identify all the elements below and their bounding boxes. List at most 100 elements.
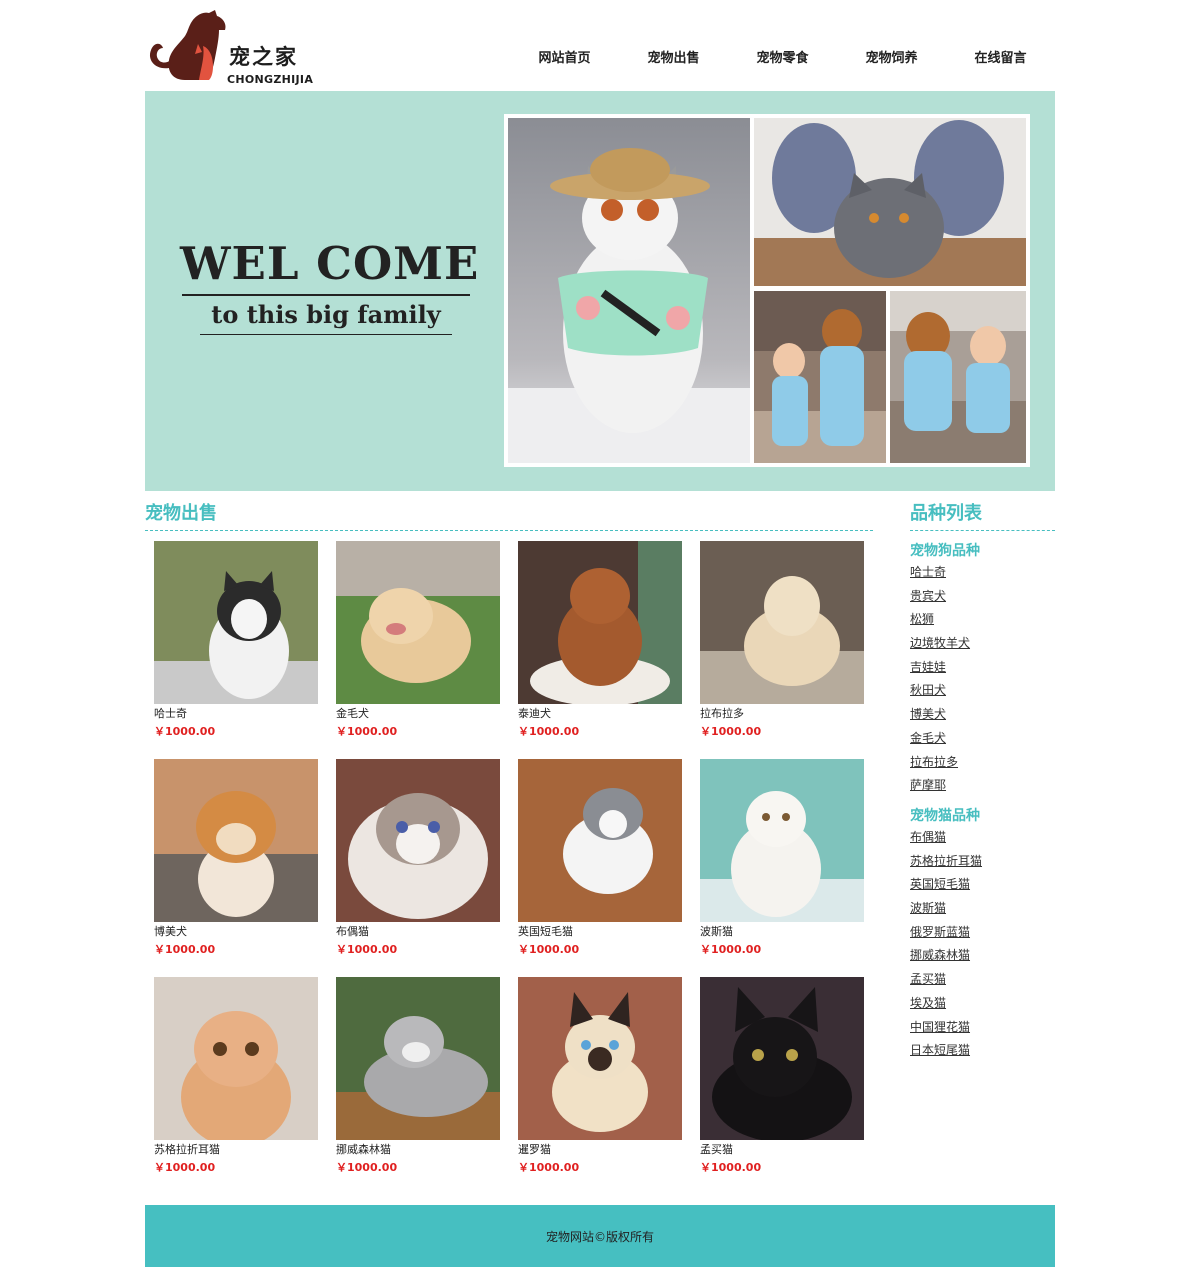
pet-photo-ragdoll[interactable] bbox=[336, 759, 500, 922]
pet-card[interactable]: 苏格拉折耳猫 ￥1000.00 bbox=[154, 977, 318, 1175]
pet-photo-husky[interactable] bbox=[154, 541, 318, 704]
pet-photo-teddy[interactable] bbox=[518, 541, 682, 704]
pet-photo-golden[interactable] bbox=[336, 541, 500, 704]
pet-photo-bombay[interactable] bbox=[700, 977, 864, 1140]
welcome-underline bbox=[182, 294, 470, 296]
pet-name: 波斯猫 bbox=[700, 925, 733, 938]
welcome-text-block: WEL COME to this big family bbox=[180, 236, 480, 335]
cat-breeds-title: 宠物猫品种 bbox=[910, 808, 980, 824]
pet-card[interactable]: 波斯猫 ￥1000.00 bbox=[700, 759, 864, 957]
breed-list-title: 品种列表 bbox=[910, 503, 982, 524]
pet-price: ￥1000.00 bbox=[336, 725, 398, 738]
breed-link[interactable]: 孟买猫 bbox=[910, 972, 982, 996]
pet-card[interactable]: 孟买猫 ￥1000.00 bbox=[700, 977, 864, 1175]
pet-card[interactable]: 布偶猫 ￥1000.00 bbox=[336, 759, 500, 957]
cat-with-gloves-photo bbox=[754, 118, 1026, 286]
pet-price: ￥1000.00 bbox=[700, 943, 762, 956]
nav-pet-care[interactable]: 宠物饲养 bbox=[837, 50, 946, 68]
pet-card[interactable]: 挪威森林猫 ￥1000.00 bbox=[336, 977, 500, 1175]
hero-banner: WEL COME to this big family bbox=[145, 91, 1055, 491]
pet-card[interactable]: 暹罗猫 ￥1000.00 bbox=[518, 977, 682, 1175]
breed-link[interactable]: 博美犬 bbox=[910, 707, 970, 731]
pet-photo-pomeranian[interactable] bbox=[154, 759, 318, 922]
pet-price: ￥1000.00 bbox=[518, 725, 580, 738]
pet-name: 苏格拉折耳猫 bbox=[154, 1143, 220, 1156]
pet-photo-scottish-fold[interactable] bbox=[154, 977, 318, 1140]
pet-card[interactable]: 拉布拉多 ￥1000.00 bbox=[700, 541, 864, 739]
welcome-subtitle-underline bbox=[200, 334, 452, 335]
breed-link[interactable]: 秋田犬 bbox=[910, 683, 970, 707]
pet-photo-norwegian-forest[interactable] bbox=[336, 977, 500, 1140]
breed-link[interactable]: 金毛犬 bbox=[910, 731, 970, 755]
banner-photo-collage bbox=[504, 114, 1030, 467]
pet-name: 英国短毛猫 bbox=[518, 925, 573, 938]
pet-name: 金毛犬 bbox=[336, 707, 369, 720]
breed-link[interactable]: 松狮 bbox=[910, 612, 970, 636]
dog-breeds-list: 哈士奇 贵宾犬 松狮 边境牧羊犬 吉娃娃 秋田犬 博美犬 金毛犬 拉布拉多 萨摩… bbox=[910, 565, 970, 802]
breed-link[interactable]: 埃及猫 bbox=[910, 996, 982, 1020]
pet-silhouette-logo-icon bbox=[149, 10, 226, 80]
nav-home[interactable]: 网站首页 bbox=[510, 50, 619, 68]
breed-link[interactable]: 布偶猫 bbox=[910, 830, 982, 854]
pet-price: ￥1000.00 bbox=[518, 943, 580, 956]
breed-link[interactable]: 波斯猫 bbox=[910, 901, 982, 925]
pet-name: 布偶猫 bbox=[336, 925, 369, 938]
cat-with-hat-photo bbox=[508, 118, 750, 463]
pet-price: ￥1000.00 bbox=[154, 725, 216, 738]
pet-price: ￥1000.00 bbox=[700, 725, 762, 738]
pet-card[interactable]: 金毛犬 ￥1000.00 bbox=[336, 541, 500, 739]
breed-link[interactable]: 哈士奇 bbox=[910, 565, 970, 589]
pet-price: ￥1000.00 bbox=[154, 943, 216, 956]
pet-name: 孟买猫 bbox=[700, 1143, 733, 1156]
breed-link[interactable]: 萨摩耶 bbox=[910, 778, 970, 802]
breed-link[interactable]: 苏格拉折耳猫 bbox=[910, 854, 982, 878]
pet-price: ￥1000.00 bbox=[518, 1161, 580, 1174]
site-footer: 宠物网站©版权所有 bbox=[145, 1205, 1055, 1267]
breed-link[interactable]: 拉布拉多 bbox=[910, 755, 970, 779]
pet-price: ￥1000.00 bbox=[700, 1161, 762, 1174]
copyright-text: 宠物网站©版权所有 bbox=[545, 1230, 654, 1244]
pet-price: ￥1000.00 bbox=[336, 943, 398, 956]
breed-link[interactable]: 贵宾犬 bbox=[910, 589, 970, 613]
pet-price: ￥1000.00 bbox=[154, 1161, 216, 1174]
welcome-title: WEL COME bbox=[180, 237, 480, 290]
breed-link[interactable]: 边境牧羊犬 bbox=[910, 636, 970, 660]
logo-chinese-text: 宠之家 bbox=[229, 44, 298, 69]
site-header: 宠之家 CHONGZHIJIA 网站首页 宠物出售 宠物零食 宠物饲养 在线留言 bbox=[145, 0, 1055, 91]
pet-name: 挪威森林猫 bbox=[336, 1143, 391, 1156]
dog-breeds-title: 宠物狗品种 bbox=[910, 543, 980, 559]
breed-link[interactable]: 日本短尾猫 bbox=[910, 1043, 982, 1067]
site-logo[interactable]: 宠之家 CHONGZHIJIA bbox=[145, 8, 325, 86]
breed-link[interactable]: 吉娃娃 bbox=[910, 660, 970, 684]
breed-link[interactable]: 挪威森林猫 bbox=[910, 948, 982, 972]
breed-link[interactable]: 俄罗斯蓝猫 bbox=[910, 925, 982, 949]
cat-breeds-list: 布偶猫 苏格拉折耳猫 英国短毛猫 波斯猫 俄罗斯蓝猫 挪威森林猫 孟买猫 埃及猫… bbox=[910, 830, 982, 1067]
pet-card[interactable]: 哈士奇 ￥1000.00 bbox=[154, 541, 318, 739]
pet-name: 暹罗猫 bbox=[518, 1143, 551, 1156]
nav-guestbook[interactable]: 在线留言 bbox=[946, 50, 1055, 68]
main-nav: 网站首页 宠物出售 宠物零食 宠物饲养 在线留言 bbox=[510, 50, 1055, 68]
pet-name: 博美犬 bbox=[154, 925, 187, 938]
pet-name: 泰迪犬 bbox=[518, 707, 551, 720]
kid-and-dog-photo-2 bbox=[890, 291, 1026, 463]
pet-photo-persian[interactable] bbox=[700, 759, 864, 922]
pet-card[interactable]: 博美犬 ￥1000.00 bbox=[154, 759, 318, 957]
nav-pet-sale[interactable]: 宠物出售 bbox=[619, 50, 728, 68]
pet-photo-british-shorthair[interactable] bbox=[518, 759, 682, 922]
pet-photo-siamese[interactable] bbox=[518, 977, 682, 1140]
breed-list-divider bbox=[910, 530, 1055, 531]
logo-english-text: CHONGZHIJIA bbox=[227, 73, 314, 86]
pet-price: ￥1000.00 bbox=[336, 1161, 398, 1174]
nav-pet-snacks[interactable]: 宠物零食 bbox=[728, 50, 837, 68]
pet-name: 拉布拉多 bbox=[700, 707, 744, 720]
pet-photo-labrador[interactable] bbox=[700, 541, 864, 704]
pet-sale-divider bbox=[145, 530, 873, 531]
breed-link[interactable]: 中国狸花猫 bbox=[910, 1020, 982, 1044]
kid-and-dog-photo-1 bbox=[754, 291, 886, 463]
pet-name: 哈士奇 bbox=[154, 707, 187, 720]
welcome-subtitle: to this big family bbox=[211, 300, 441, 329]
breed-link[interactable]: 英国短毛猫 bbox=[910, 877, 982, 901]
pet-card[interactable]: 泰迪犬 ￥1000.00 bbox=[518, 541, 682, 739]
pet-card[interactable]: 英国短毛猫 ￥1000.00 bbox=[518, 759, 682, 957]
pet-sale-title: 宠物出售 bbox=[145, 503, 217, 524]
